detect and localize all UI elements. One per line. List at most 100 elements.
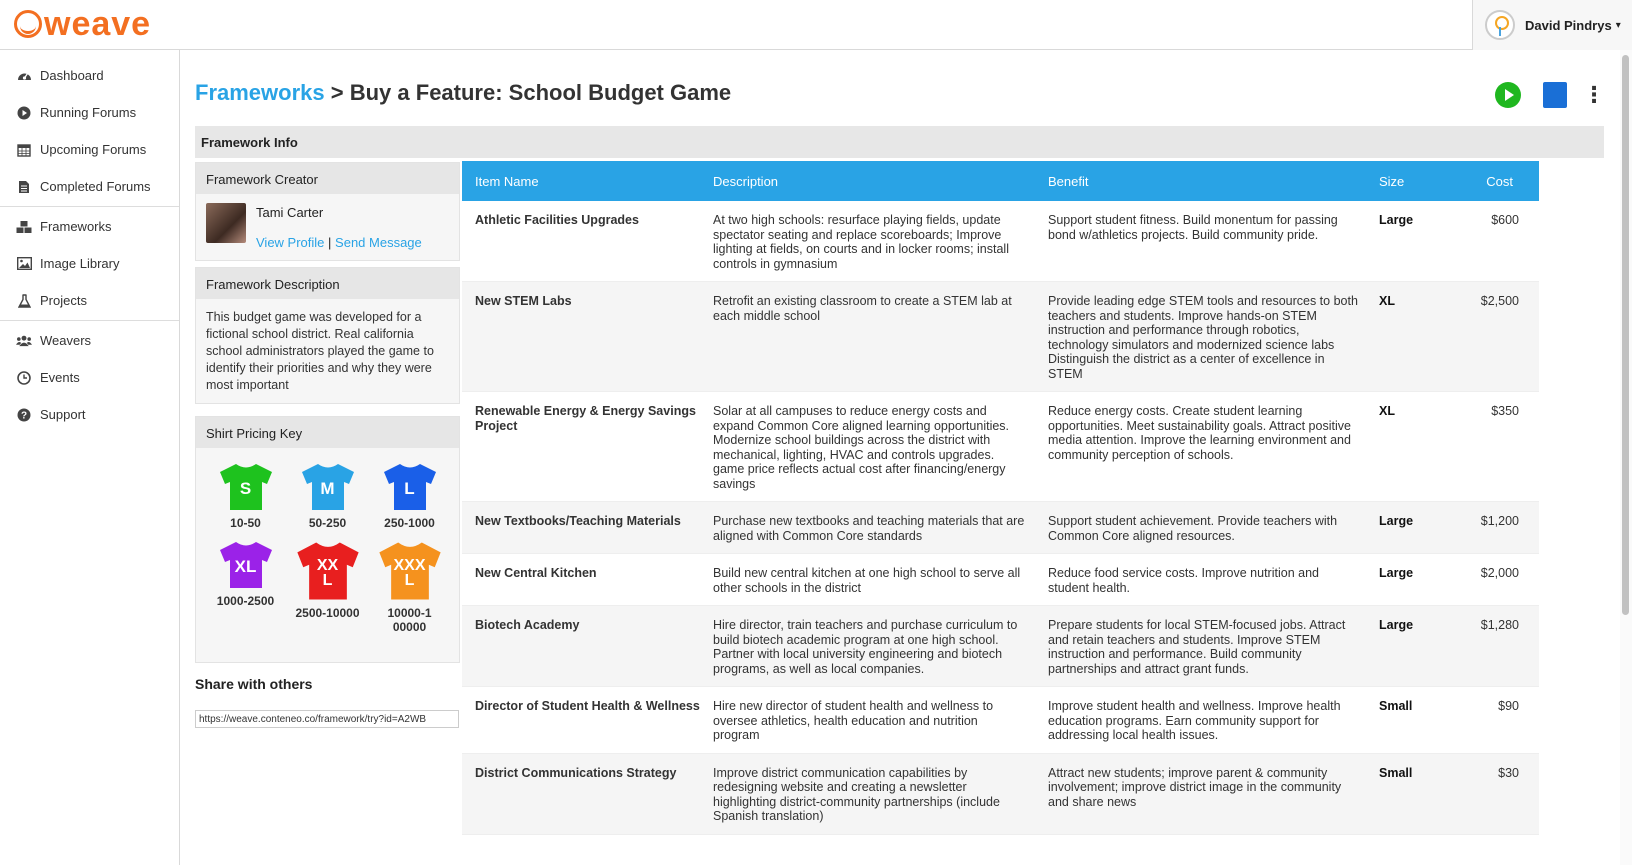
- table-row[interactable]: Renewable Energy & Energy Savings Projec…: [462, 392, 1539, 502]
- sidebar-item-label: Dashboard: [40, 68, 104, 83]
- panel-heading: Shirt Pricing Key: [196, 417, 459, 448]
- item-name-cell: New STEM Labs: [475, 294, 572, 308]
- benefit-cell: Provide leading edge STEM tools and reso…: [1048, 294, 1358, 381]
- tshirt-icon: M: [300, 462, 356, 512]
- table-row[interactable]: New Central Kitchen Build new central kit…: [462, 554, 1539, 606]
- sidebar-item-label: Support: [40, 407, 86, 422]
- shirt-key-item: S 10-50: [205, 462, 287, 530]
- send-message-link[interactable]: Send Message: [335, 235, 422, 250]
- user-menu[interactable]: David Pindrys ▾: [1472, 0, 1632, 50]
- view-profile-link[interactable]: View Profile: [256, 235, 324, 250]
- scrollbar-thumb[interactable]: [1622, 55, 1629, 615]
- shirt-size-label: XXL: [316, 557, 339, 589]
- description-cell: Purchase new textbooks and teaching mate…: [713, 514, 1025, 543]
- clock-icon: [16, 370, 32, 386]
- column-header-item-name[interactable]: Item Name: [462, 174, 700, 189]
- panel-heading: Framework Creator: [196, 163, 459, 194]
- shirt-key-item: M 50-250: [287, 462, 369, 530]
- table-row[interactable]: New Textbooks/Teaching Materials Purchase…: [462, 502, 1539, 554]
- column-header-size[interactable]: Size: [1369, 174, 1449, 189]
- cost-cell: $1,200: [1480, 514, 1519, 528]
- size-cell: Small: [1379, 765, 1413, 780]
- help-icon: ?: [16, 407, 32, 423]
- weave-logo[interactable]: weave: [14, 6, 151, 42]
- flask-icon: [16, 293, 32, 309]
- sidebar-item-label: Image Library: [40, 256, 120, 271]
- size-cell: XL: [1379, 404, 1395, 418]
- chevron-down-icon: ▾: [1615, 19, 1621, 31]
- calendar-icon[interactable]: [1543, 82, 1567, 108]
- creator-name: Tami Carter: [256, 205, 324, 220]
- sidebar-item-projects[interactable]: Projects: [0, 282, 179, 319]
- tshirt-icon: XXXL: [377, 540, 443, 602]
- table-row[interactable]: Director of Student Health & Wellness Hir…: [462, 687, 1539, 754]
- sidebar-item-upcoming-forums[interactable]: Upcoming Forums: [0, 131, 179, 168]
- breadcrumb-frameworks[interactable]: Frameworks: [195, 80, 325, 105]
- sidebar-item-frameworks[interactable]: Frameworks: [0, 208, 179, 245]
- shirt-price-range: 50-250: [308, 516, 347, 530]
- tshirt-icon: S: [218, 462, 274, 512]
- table-row[interactable]: Biotech Academy Hire director, train teac…: [462, 606, 1539, 687]
- shirt-price-range: 10000-100000: [387, 606, 432, 634]
- shirt-size-label: L: [404, 479, 415, 498]
- breadcrumb-separator: >: [330, 80, 344, 105]
- shirt-price-range: 10-50: [230, 516, 261, 530]
- cubes-icon: [16, 219, 32, 235]
- size-cell: Large: [1379, 566, 1414, 580]
- shirt-size-label: M: [320, 479, 335, 498]
- cost-cell: $1,280: [1480, 618, 1519, 632]
- column-header-description[interactable]: Description: [700, 174, 1035, 189]
- sidebar-item-support[interactable]: ? Support: [0, 396, 179, 433]
- description-cell: Improve district communication capabilit…: [713, 765, 1000, 824]
- sidebar-item-label: Completed Forums: [40, 179, 151, 194]
- users-icon: [16, 333, 32, 349]
- table-row[interactable]: Athletic Facilities Upgrades At two high …: [462, 201, 1539, 282]
- sidebar-item-completed-forums[interactable]: Completed Forums: [0, 168, 179, 205]
- tshirt-icon: L: [382, 462, 438, 512]
- sidebar-item-label: Projects: [40, 293, 87, 308]
- sidebar-item-label: Weavers: [40, 333, 92, 348]
- item-name-cell: Athletic Facilities Upgrades: [475, 213, 639, 227]
- size-cell: XL: [1379, 294, 1395, 308]
- share-url-input[interactable]: [195, 710, 459, 728]
- cost-cell: $30: [1498, 765, 1519, 780]
- description-text: This budget game was developed for a fic…: [206, 310, 434, 392]
- description-cell: Retrofit an existing classroom to create…: [713, 294, 1012, 323]
- cost-cell: $90: [1498, 699, 1519, 713]
- sidebar-item-weavers[interactable]: Weavers: [0, 322, 179, 359]
- tshirt-icon: XXL: [295, 540, 361, 602]
- page-title-text: Buy a Feature: School Budget Game: [349, 80, 732, 105]
- item-name-cell: District Communications Strategy: [475, 765, 677, 780]
- size-cell: Large: [1379, 514, 1414, 528]
- column-header-benefit[interactable]: Benefit: [1035, 174, 1369, 189]
- shirt-size-label: XL: [234, 557, 257, 576]
- column-header-cost[interactable]: Cost: [1449, 174, 1537, 189]
- description-cell: Solar at all campuses to reduce energy c…: [713, 404, 1010, 491]
- share-heading: Share with others: [195, 676, 313, 692]
- table-row[interactable]: New STEM Labs Retrofit an existing classr…: [462, 282, 1539, 392]
- main-content: Frameworks > Buy a Feature: School Budge…: [195, 50, 1605, 865]
- sidebar-item-image-library[interactable]: Image Library: [0, 245, 179, 282]
- shirt-key-item: XXL 2500-10000: [287, 540, 369, 634]
- sidebar-item-events[interactable]: Events: [0, 359, 179, 396]
- sidebar-item-dashboard[interactable]: Dashboard: [0, 57, 179, 94]
- sidebar-item-label: Frameworks: [40, 219, 112, 234]
- weave-logo-icon: [14, 10, 42, 38]
- item-name-cell: Renewable Energy & Energy Savings Projec…: [475, 404, 696, 433]
- shirt-size-label: S: [239, 479, 252, 498]
- play-icon[interactable]: [1495, 82, 1521, 108]
- benefit-cell: Attract new students; improve parent & c…: [1048, 765, 1342, 809]
- link-divider: |: [328, 235, 332, 250]
- image-icon: [16, 256, 32, 272]
- more-vertical-icon[interactable]: ⋮: [1583, 84, 1605, 106]
- sidebar-item-running-forums[interactable]: Running Forums: [0, 94, 179, 131]
- play-circle-icon: [16, 105, 32, 121]
- benefit-cell: Improve student health and wellness. Imp…: [1048, 699, 1341, 742]
- dashboard-icon: [16, 68, 32, 84]
- top-bar: weave David Pindrys ▾: [0, 0, 1632, 50]
- cost-cell: $2,500: [1480, 294, 1519, 308]
- shirt-price-range: 2500-10000: [295, 606, 360, 620]
- shirt-key-item: XL 1000-2500: [205, 540, 287, 634]
- sidebar-item-label: Events: [40, 370, 80, 385]
- table-row[interactable]: District Communications Strategy Improve …: [462, 753, 1539, 835]
